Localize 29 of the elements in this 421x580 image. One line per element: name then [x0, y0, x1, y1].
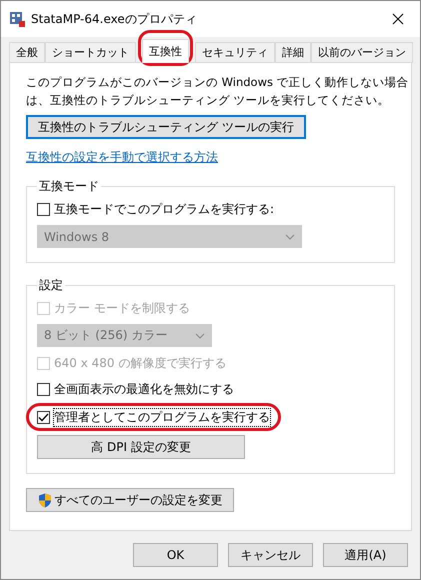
chevron-icon: [285, 234, 295, 240]
change-dpi-button[interactable]: 高 DPI 設定の変更: [37, 435, 245, 459]
tab[interactable]: 詳細: [275, 42, 311, 63]
shield-icon: [38, 492, 52, 508]
checkbox[interactable]: [37, 202, 50, 216]
app-icon: [9, 11, 25, 27]
tab[interactable]: 全般: [9, 42, 45, 63]
troubleshooter-button[interactable]: 互換性のトラブルシューティング ツールの実行: [26, 115, 306, 139]
checkbox-label[interactable]: 管理者としてこのプログラムを実行する: [54, 408, 270, 426]
checkbox[interactable]: [37, 410, 50, 424]
description-text: このプログラムがこのバージョンの Windows で正しく動作しない場合は、互換性のトラブルシューティング ツールを実行してください。: [26, 74, 410, 109]
chevron-icon: [195, 332, 205, 338]
checkbox[interactable]: [37, 382, 50, 396]
dialog-button[interactable]: OK: [133, 543, 218, 567]
checkbox-label[interactable]: 互換モードでこのプログラムを実行する:: [54, 200, 274, 218]
tab[interactable]: 互換性: [142, 39, 189, 63]
group-title: 互換モード: [38, 178, 100, 195]
tab[interactable]: セキュリティ: [195, 42, 275, 63]
group-title: 設定: [38, 277, 64, 294]
manual-settings-link[interactable]: 互換性の設定を手動で選択する方法: [26, 149, 218, 166]
checkbox-label[interactable]: 全画面表示の最適化を無効にする: [54, 380, 234, 398]
window-title: StataMP-64.exeのプロパティ: [31, 10, 198, 28]
tab[interactable]: 以前のバージョン: [311, 42, 413, 63]
dialog-button[interactable]: 適用(A): [323, 543, 408, 567]
check-icon: [38, 412, 49, 422]
close-icon: [392, 13, 404, 25]
dialog-button[interactable]: キャンセル: [228, 543, 313, 567]
tab[interactable]: ショートカット: [45, 42, 136, 63]
change-all-users-button[interactable]: すべてのユーザーの設定を変更: [26, 488, 234, 512]
